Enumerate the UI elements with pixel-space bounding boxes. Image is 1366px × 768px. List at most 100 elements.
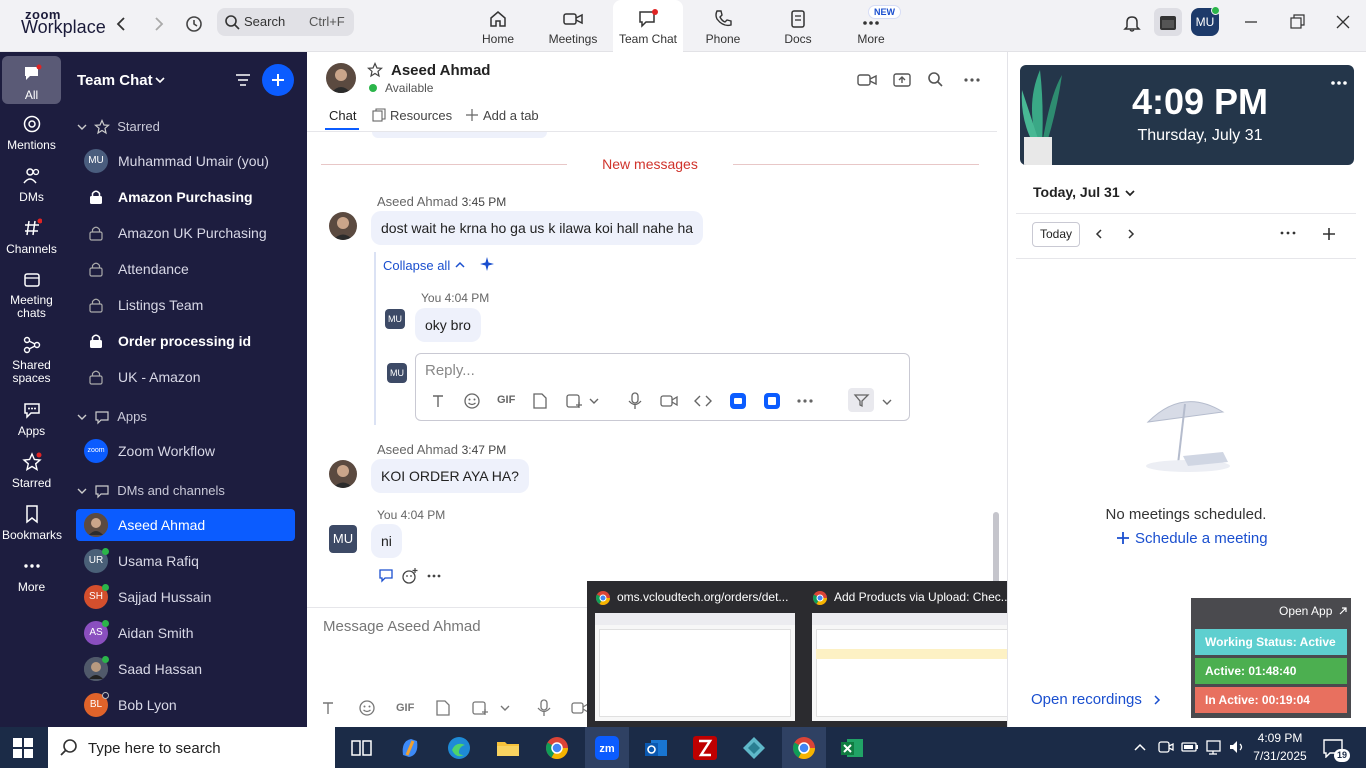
message-bubble[interactable]: KOI ORDER AYA HA? xyxy=(371,459,529,493)
microphone-icon[interactable] xyxy=(536,699,552,717)
chevron-up-icon[interactable] xyxy=(1133,742,1147,752)
file-icon[interactable] xyxy=(435,699,451,717)
reply-box[interactable]: Reply... GIF xyxy=(415,353,910,421)
screenshot-icon[interactable] xyxy=(565,392,583,410)
chevron-down-icon[interactable] xyxy=(1124,187,1136,199)
rail-channels[interactable]: Channels xyxy=(2,218,61,256)
file-icon[interactable] xyxy=(532,392,548,410)
rail-shared-spaces[interactable]: Shared spaces xyxy=(2,335,61,385)
taskbar-search[interactable]: Type here to search xyxy=(48,727,335,768)
sender-avatar[interactable] xyxy=(329,212,357,240)
rail-apps[interactable]: Apps xyxy=(2,400,61,438)
video-call-icon[interactable] xyxy=(857,70,877,90)
starred-section-header[interactable]: Starred xyxy=(76,118,160,135)
outlook-icon[interactable] xyxy=(643,735,669,761)
taskbar-clock-time[interactable]: 4:09 PM xyxy=(1250,731,1310,745)
list-item[interactable]: zoom Zoom Workflow xyxy=(76,435,295,467)
next-day-icon[interactable] xyxy=(1125,228,1137,240)
widget-more-icon[interactable] xyxy=(1330,79,1348,87)
schedule-meeting-link[interactable]: Schedule a meeting xyxy=(1135,530,1268,547)
window-preview[interactable]: Add Products via Upload: Chec... xyxy=(812,589,1012,723)
list-item[interactable]: Saad Hassan xyxy=(76,653,295,685)
message-bubble[interactable]: dost wait he krna ho ga us k ilawa koi h… xyxy=(371,211,704,245)
send-button[interactable] xyxy=(848,388,874,412)
apps-section-header[interactable]: Apps xyxy=(76,408,147,425)
open-app-button[interactable]: Open App xyxy=(1279,604,1332,618)
emoji-icon[interactable] xyxy=(358,699,376,717)
add-event-icon[interactable] xyxy=(1322,227,1336,241)
bell-icon[interactable] xyxy=(1122,13,1142,33)
list-item[interactable]: Order processing id xyxy=(76,325,295,357)
contact-name[interactable]: Aseed Ahmad xyxy=(391,62,490,79)
excel-icon[interactable] xyxy=(839,735,865,761)
emoji-icon[interactable] xyxy=(463,392,481,410)
reply-thread-icon[interactable] xyxy=(378,568,396,584)
list-item[interactable]: BL Bob Lyon xyxy=(76,689,295,721)
sender-name[interactable]: Aseed Ahmad xyxy=(377,194,458,209)
message-more-icon[interactable] xyxy=(426,568,442,584)
tab-resources[interactable]: Resources xyxy=(390,108,452,123)
open-recordings-link[interactable]: Open recordings xyxy=(1031,691,1142,708)
rail-dms[interactable]: DMs xyxy=(2,166,61,204)
chevron-right-icon[interactable] xyxy=(1151,694,1163,706)
filter-icon[interactable] xyxy=(233,70,253,90)
format-text-icon[interactable] xyxy=(320,700,336,716)
chevron-down-icon[interactable] xyxy=(589,396,599,406)
video-message-icon[interactable] xyxy=(660,392,678,410)
search-icon[interactable] xyxy=(926,70,946,90)
rail-all[interactable]: All xyxy=(2,56,61,104)
list-item[interactable]: Listings Team xyxy=(76,289,295,321)
list-item[interactable]: UK - Amazon xyxy=(76,361,295,393)
task-view-icon[interactable] xyxy=(348,735,374,761)
rail-meeting-chats[interactable]: Meeting chats xyxy=(2,270,61,320)
panel-title[interactable]: Team Chat xyxy=(77,72,153,89)
list-item[interactable]: MU Muhammad Umair (you) xyxy=(76,145,295,177)
filezilla-icon[interactable] xyxy=(692,735,718,761)
more-options-icon[interactable] xyxy=(962,70,982,90)
zoom-taskbar-button[interactable]: zm xyxy=(585,727,629,768)
windows-start-icon[interactable] xyxy=(13,738,33,758)
screenshot-icon[interactable] xyxy=(471,699,489,717)
message-input[interactable]: Message Aseed Ahmad xyxy=(323,618,481,635)
edge-icon[interactable] xyxy=(446,735,472,761)
list-item[interactable]: UR Usama Rafiq xyxy=(76,545,295,577)
microphone-icon[interactable] xyxy=(627,392,643,410)
tab-phone[interactable]: Phone xyxy=(688,0,758,52)
sender-name[interactable]: Aseed Ahmad xyxy=(377,442,458,457)
list-item[interactable]: Attendance xyxy=(76,253,295,285)
code-icon[interactable] xyxy=(694,392,712,410)
list-item[interactable]: Amazon UK Purchasing xyxy=(76,217,295,249)
format-text-icon[interactable] xyxy=(430,393,446,409)
star-outline-icon[interactable] xyxy=(367,62,383,78)
chevron-down-icon[interactable] xyxy=(882,397,892,407)
copilot-icon[interactable] xyxy=(397,735,423,761)
chevron-down-icon[interactable] xyxy=(154,74,166,86)
back-arrow-icon[interactable] xyxy=(112,14,132,34)
rail-mentions[interactable]: Mentions xyxy=(2,114,61,152)
today-button[interactable]: Today xyxy=(1032,222,1080,247)
taskbar-clock-date[interactable]: 7/31/2025 xyxy=(1250,749,1310,763)
new-chat-button[interactable] xyxy=(262,64,294,96)
reply-input[interactable]: Reply... xyxy=(425,362,475,379)
tab-docs[interactable]: Docs xyxy=(763,0,833,52)
chevron-down-icon[interactable] xyxy=(500,703,510,713)
app-blue-icon[interactable] xyxy=(763,392,781,410)
network-icon[interactable] xyxy=(1205,738,1223,756)
app-diamond-icon[interactable] xyxy=(741,735,767,761)
gif-button[interactable]: GIF xyxy=(497,394,515,406)
message-bubble[interactable]: ni xyxy=(371,524,402,558)
ai-sparkle-icon[interactable] xyxy=(479,256,495,272)
history-icon[interactable] xyxy=(184,14,204,34)
meet-now-icon[interactable] xyxy=(1157,738,1175,756)
battery-icon[interactable] xyxy=(1181,738,1199,756)
tab-chat[interactable]: Chat xyxy=(329,108,356,123)
gif-button[interactable]: GIF xyxy=(396,702,414,714)
list-item[interactable]: AS Aidan Smith xyxy=(76,617,295,649)
rail-bookmarks[interactable]: Bookmarks xyxy=(2,504,62,542)
restore-icon[interactable] xyxy=(1287,12,1307,32)
tab-add[interactable]: Add a tab xyxy=(483,108,539,123)
forward-arrow-icon[interactable] xyxy=(148,14,168,34)
tab-team-chat[interactable]: Team Chat xyxy=(613,0,683,52)
list-item[interactable]: Amazon Purchasing xyxy=(76,181,295,213)
add-reaction-icon[interactable] xyxy=(401,567,419,585)
